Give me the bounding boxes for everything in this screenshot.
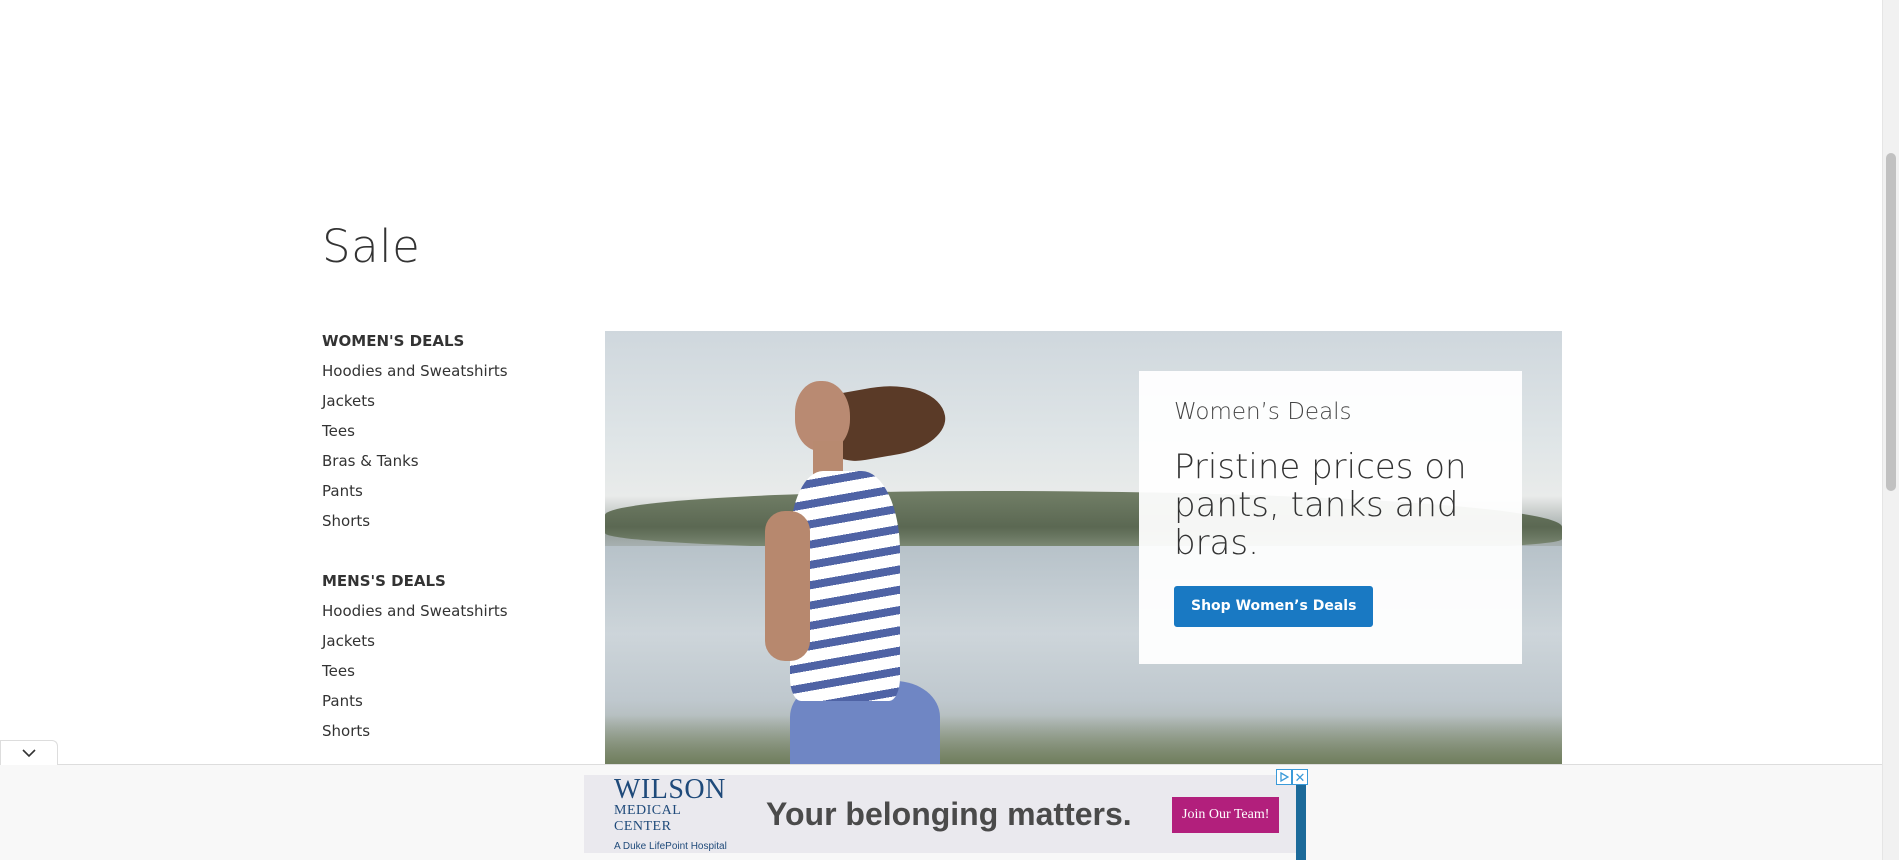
- adchoices-button[interactable]: [1276, 769, 1292, 785]
- sidebar-link-women-hoodies[interactable]: Hoodies and Sweatshirts: [322, 360, 562, 390]
- sidebar-link-men-tees[interactable]: Tees: [322, 660, 562, 690]
- mens-deals-group: MENS'S DEALS Hoodies and Sweatshirts Jac…: [322, 570, 562, 750]
- vertical-scrollbar[interactable]: [1882, 0, 1899, 860]
- sidebar-link-men-shorts[interactable]: Shorts: [322, 720, 562, 750]
- runner-arm: [765, 511, 810, 661]
- ad-logo-name: WILSON: [614, 773, 726, 805]
- wilson-medical-logo: WILSON MEDICAL CENTER A Duke LifePoint H…: [614, 773, 734, 852]
- page: Sale WOMEN'S DEALS Hoodies and Sweatshir…: [0, 0, 1899, 860]
- promo-eyebrow: Women’s Deals: [1174, 399, 1352, 425]
- women-deals-title: WOMEN'S DEALS: [322, 332, 465, 350]
- shop-womens-deals-button[interactable]: Shop Women’s Deals: [1174, 586, 1374, 627]
- page-title: Sale: [322, 220, 421, 273]
- promo-card: Women’s Deals Pristine prices on pants, …: [1139, 371, 1522, 664]
- ad-slogan: Your belonging matters.: [766, 795, 1132, 832]
- sidebar-link-women-jackets[interactable]: Jackets: [322, 390, 562, 420]
- close-icon: ✕: [1294, 769, 1306, 785]
- play-triangle-icon: [1280, 772, 1289, 782]
- sale-sidebar-nav: WOMEN'S DEALS Hoodies and Sweatshirts Ja…: [322, 330, 562, 750]
- promo-headline: Pristine prices on pants, tanks and bras…: [1174, 447, 1467, 563]
- ad-close-button[interactable]: ✕: [1292, 769, 1308, 785]
- women-deals-group: WOMEN'S DEALS Hoodies and Sweatshirts Ja…: [322, 330, 562, 540]
- ad-edge-accent: [1296, 775, 1306, 860]
- sidebar-link-men-pants[interactable]: Pants: [322, 690, 562, 720]
- ad-join-team-button[interactable]: Join Our Team!: [1172, 797, 1280, 833]
- sidebar-link-women-pants[interactable]: Pants: [322, 480, 562, 510]
- advertisement-banner[interactable]: WILSON MEDICAL CENTER A Duke LifePoint H…: [584, 769, 1308, 860]
- chevron-down-icon: [22, 749, 36, 758]
- sidebar-link-women-shorts[interactable]: Shorts: [322, 510, 562, 540]
- mens-deals-title: MENS'S DEALS: [322, 572, 446, 590]
- ad-logo-tag: A Duke LifePoint Hospital: [614, 840, 727, 852]
- sidebar-link-women-tees[interactable]: Tees: [322, 420, 562, 450]
- ad-logo-sub: MEDICAL CENTER: [614, 802, 681, 834]
- banner-grass-image: [605, 715, 1562, 765]
- womens-deals-banner[interactable]: Women’s Deals Pristine prices on pants, …: [605, 331, 1562, 765]
- sidebar-link-men-hoodies[interactable]: Hoodies and Sweatshirts: [322, 600, 562, 630]
- sidebar-link-men-jackets[interactable]: Jackets: [322, 630, 562, 660]
- sidebar-link-women-bras-tanks[interactable]: Bras & Tanks: [322, 450, 562, 480]
- scrollbar-thumb[interactable]: [1886, 153, 1896, 491]
- ad-collapse-toggle[interactable]: [0, 740, 58, 765]
